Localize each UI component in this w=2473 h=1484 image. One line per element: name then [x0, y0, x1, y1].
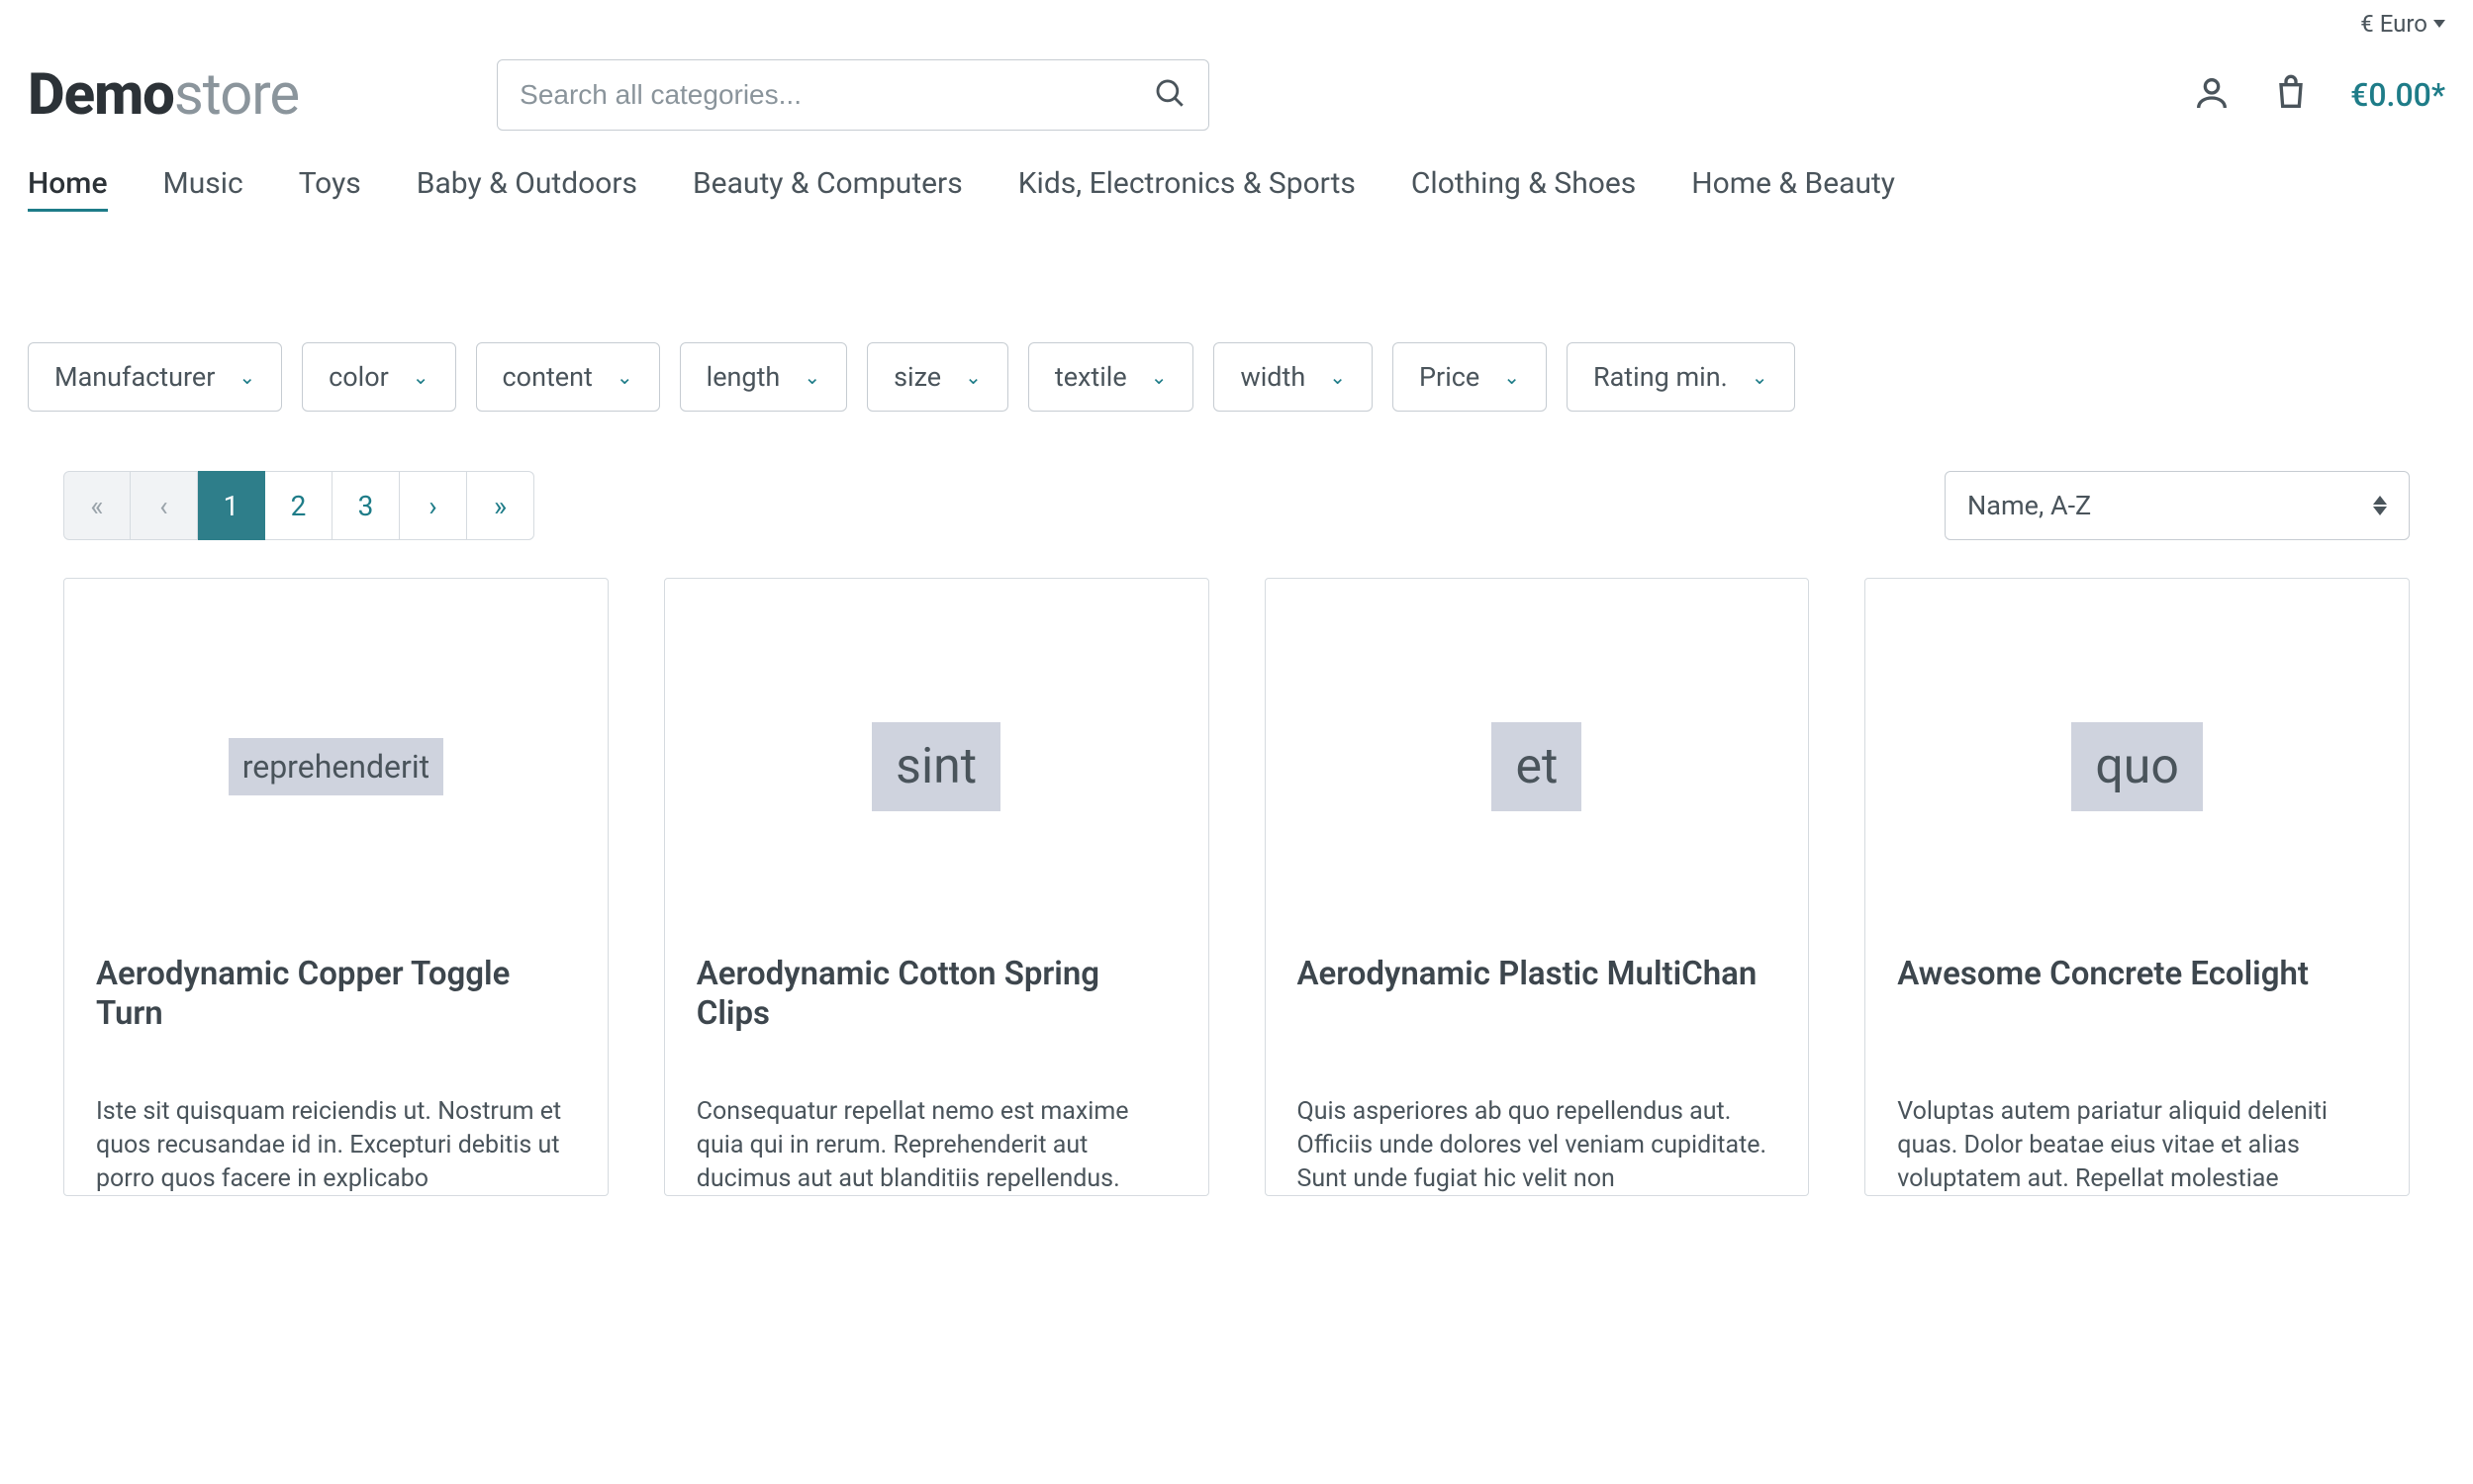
chevron-down-icon: ⌄: [804, 365, 820, 389]
nav-item-2[interactable]: Toys: [299, 166, 361, 212]
chevron-down-icon: ⌄: [1151, 365, 1168, 389]
product-card[interactable]: quo Awesome Concrete EcolightVoluptas aut…: [1864, 578, 2410, 1196]
nav-item-5[interactable]: Kids, Electronics & Sports: [1018, 166, 1356, 212]
page-3[interactable]: 3: [333, 471, 400, 540]
product-description: Quis asperiores ab quo repellendus aut. …: [1297, 1071, 1777, 1195]
search-input[interactable]: [520, 79, 1153, 111]
search-icon[interactable]: [1153, 76, 1187, 114]
page-last[interactable]: »: [467, 471, 534, 540]
nav-item-0[interactable]: Home: [28, 166, 108, 212]
product-title: Awesome Concrete Ecolight: [1897, 955, 2377, 1071]
chevron-down-icon: ⌄: [965, 365, 982, 389]
product-description: Consequatur repellat nemo est maxime qui…: [697, 1071, 1177, 1195]
product-image-placeholder: et: [1491, 722, 1581, 811]
filter-label: color: [329, 361, 389, 393]
currency-label: € Euro: [2360, 10, 2427, 38]
product-image-placeholder: sint: [872, 722, 1000, 811]
nav-item-3[interactable]: Baby & Outdoors: [417, 166, 637, 212]
product-title: Aerodynamic Copper Toggle Turn: [96, 955, 576, 1071]
filter-manufacturer[interactable]: Manufacturer ⌄: [28, 342, 282, 412]
nav-item-7[interactable]: Home & Beauty: [1691, 166, 1895, 212]
filter-label: Price: [1419, 361, 1479, 393]
main-nav: Home Music Toys Baby & Outdoors Beauty & Com…: [0, 154, 2473, 233]
page-1[interactable]: 1: [198, 471, 265, 540]
filter-bar: Manufacturer⌄color⌄content⌄length⌄size⌄t…: [0, 233, 2473, 412]
page-first: «: [63, 471, 131, 540]
logo-light: store: [174, 61, 299, 129]
caret-down-icon: [2433, 20, 2445, 28]
filter-textile[interactable]: textile ⌄: [1028, 342, 1194, 412]
cart-total[interactable]: €0.00*: [2350, 76, 2445, 114]
filter-label: size: [894, 361, 941, 393]
product-title: Aerodynamic Plastic MultiChan: [1297, 955, 1777, 1071]
filter-label: textile: [1055, 361, 1127, 393]
nav-item-6[interactable]: Clothing & Shoes: [1411, 166, 1636, 212]
product-image-placeholder: reprehenderit: [229, 738, 443, 795]
filter-size[interactable]: size ⌄: [867, 342, 1008, 412]
product-image-placeholder: quo: [2071, 722, 2203, 811]
search-box[interactable]: [497, 59, 1209, 131]
product-description: Voluptas autem pariatur aliquid deleniti…: [1897, 1071, 2377, 1195]
chevron-down-icon: ⌄: [413, 365, 429, 389]
product-title: Aerodynamic Cotton Spring Clips: [697, 955, 1177, 1071]
page-2[interactable]: 2: [265, 471, 333, 540]
product-card[interactable]: et Aerodynamic Plastic MultiChanQuis aspe…: [1265, 578, 1810, 1196]
product-description: Iste sit quisquam reiciendis ut. Nostrum…: [96, 1071, 576, 1195]
filter-width[interactable]: width ⌄: [1213, 342, 1373, 412]
filter-color[interactable]: color ⌄: [302, 342, 455, 412]
chevron-down-icon: ⌄: [1503, 365, 1520, 389]
logo-bold: Demo: [28, 61, 174, 129]
filter-rating-min-[interactable]: Rating min. ⌄: [1567, 342, 1795, 412]
nav-item-1[interactable]: Music: [163, 166, 243, 212]
nav-item-4[interactable]: Beauty & Computers: [693, 166, 963, 212]
sort-selected: Name, A-Z: [1967, 490, 2091, 521]
logo[interactable]: Demostore: [28, 61, 299, 129]
account-icon[interactable]: [2192, 73, 2232, 117]
filter-label: length: [707, 361, 781, 393]
chevron-down-icon: ⌄: [617, 365, 633, 389]
filter-label: Rating min.: [1593, 361, 1728, 393]
filter-label: Manufacturer: [54, 361, 215, 393]
chevron-down-icon: ⌄: [1329, 365, 1346, 389]
chevron-down-icon: ⌄: [238, 365, 255, 389]
product-grid: reprehenderit Aerodynamic Copper Toggle T…: [0, 540, 2473, 1196]
sort-select[interactable]: Name, A-Z: [1945, 471, 2410, 540]
filter-content[interactable]: content ⌄: [476, 342, 660, 412]
chevron-down-icon: ⌄: [1752, 365, 1768, 389]
filter-price[interactable]: Price ⌄: [1392, 342, 1547, 412]
cart-icon[interactable]: [2271, 73, 2311, 117]
product-card[interactable]: reprehenderit Aerodynamic Copper Toggle T…: [63, 578, 609, 1196]
currency-selector[interactable]: € Euro: [2360, 10, 2445, 38]
filter-label: content: [503, 361, 593, 393]
sort-arrows-icon: [2373, 496, 2387, 515]
filter-length[interactable]: length ⌄: [680, 342, 847, 412]
filter-label: width: [1240, 361, 1305, 393]
pagination: «‹123›»: [63, 471, 534, 540]
page-next[interactable]: ›: [400, 471, 467, 540]
page-prev: ‹: [131, 471, 198, 540]
product-card[interactable]: sint Aerodynamic Cotton Spring ClipsConse…: [664, 578, 1209, 1196]
